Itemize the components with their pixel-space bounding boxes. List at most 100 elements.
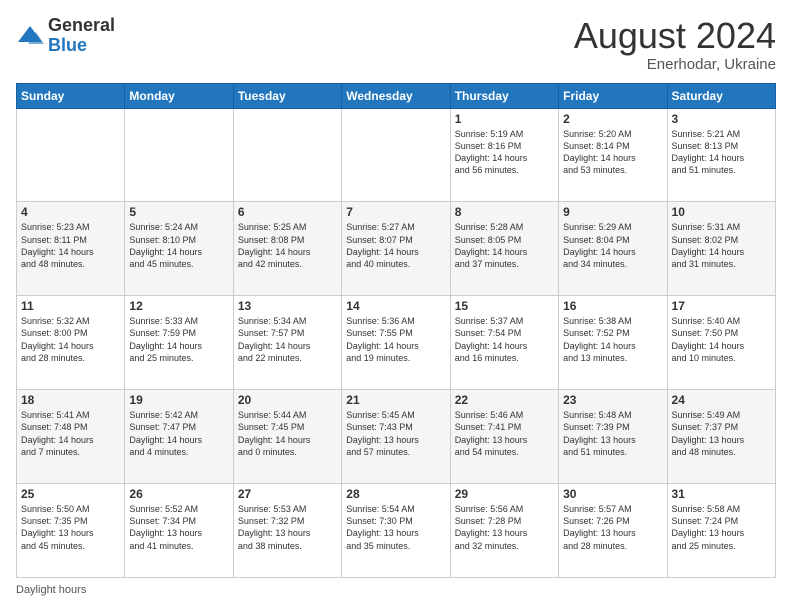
title-block: August 2024 Enerhodar, Ukraine — [574, 16, 776, 73]
col-header-tuesday: Tuesday — [233, 83, 341, 108]
cell-info: Sunrise: 5:57 AM Sunset: 7:26 PM Dayligh… — [563, 503, 662, 552]
day-number: 18 — [21, 393, 120, 407]
day-number: 31 — [672, 487, 771, 501]
col-header-sunday: Sunday — [17, 83, 125, 108]
day-number: 28 — [346, 487, 445, 501]
cell-info: Sunrise: 5:52 AM Sunset: 7:34 PM Dayligh… — [129, 503, 228, 552]
calendar-cell — [125, 108, 233, 202]
header-row: SundayMondayTuesdayWednesdayThursdayFrid… — [17, 83, 776, 108]
calendar-cell: 14 Sunrise: 5:36 AM Sunset: 7:55 PM Dayli… — [342, 296, 450, 390]
week-row-4: 18 Sunrise: 5:41 AM Sunset: 7:48 PM Dayli… — [17, 390, 776, 484]
cell-info: Sunrise: 5:41 AM Sunset: 7:48 PM Dayligh… — [21, 409, 120, 458]
calendar-cell: 17Sunrise: 5:40 AM Sunset: 7:50 PM Dayli… — [667, 296, 775, 390]
footer: Daylight hours — [16, 584, 776, 596]
logo-icon — [16, 22, 44, 50]
calendar-cell: 7 Sunrise: 5:27 AM Sunset: 8:07 PM Daylig… — [342, 202, 450, 296]
logo: General Blue — [16, 16, 115, 56]
calendar-table: SundayMondayTuesdayWednesdayThursdayFrid… — [16, 83, 776, 578]
calendar-cell: 13Sunrise: 5:34 AM Sunset: 7:57 PM Dayli… — [233, 296, 341, 390]
cell-info: Sunrise: 5:33 AM Sunset: 7:59 PM Dayligh… — [129, 315, 228, 364]
calendar-cell: 10 Sunrise: 5:31 AM Sunset: 8:02 PM Dayli… — [667, 202, 775, 296]
calendar-cell: 22 Sunrise: 5:46 AM Sunset: 7:41 PM Dayli… — [450, 390, 558, 484]
day-number: 25 — [21, 487, 120, 501]
cell-info: Sunrise: 5:38 AM Sunset: 7:52 PM Dayligh… — [563, 315, 662, 364]
calendar-cell: 21 Sunrise: 5:45 AM Sunset: 7:43 PM Dayli… — [342, 390, 450, 484]
day-number: 30 — [563, 487, 662, 501]
cell-info: Sunrise: 5:28 AM Sunset: 8:05 PM Dayligh… — [455, 221, 554, 270]
calendar-cell — [342, 108, 450, 202]
calendar-body: 1Sunrise: 5:19 AM Sunset: 8:16 PM Daylig… — [17, 108, 776, 577]
calendar-cell: 11Sunrise: 5:32 AM Sunset: 8:00 PM Dayli… — [17, 296, 125, 390]
cell-info: Sunrise: 5:32 AM Sunset: 8:00 PM Dayligh… — [21, 315, 120, 364]
day-number: 16 — [563, 299, 662, 313]
cell-info: Sunrise: 5:31 AM Sunset: 8:02 PM Dayligh… — [672, 221, 771, 270]
day-number: 9 — [563, 205, 662, 219]
calendar-cell: 30 Sunrise: 5:57 AM Sunset: 7:26 PM Dayli… — [559, 484, 667, 578]
cell-info: Sunrise: 5:50 AM Sunset: 7:35 PM Dayligh… — [21, 503, 120, 552]
cell-info: Sunrise: 5:48 AM Sunset: 7:39 PM Dayligh… — [563, 409, 662, 458]
calendar-cell: 8 Sunrise: 5:28 AM Sunset: 8:05 PM Daylig… — [450, 202, 558, 296]
day-number: 7 — [346, 205, 445, 219]
calendar-cell: 27Sunrise: 5:53 AM Sunset: 7:32 PM Dayli… — [233, 484, 341, 578]
cell-info: Sunrise: 5:45 AM Sunset: 7:43 PM Dayligh… — [346, 409, 445, 458]
col-header-thursday: Thursday — [450, 83, 558, 108]
day-number: 1 — [455, 112, 554, 126]
calendar-cell — [17, 108, 125, 202]
day-number: 14 — [346, 299, 445, 313]
calendar-cell: 20 Sunrise: 5:44 AM Sunset: 7:45 PM Dayli… — [233, 390, 341, 484]
day-number: 20 — [238, 393, 337, 407]
week-row-5: 25 Sunrise: 5:50 AM Sunset: 7:35 PM Dayli… — [17, 484, 776, 578]
calendar-cell: 28 Sunrise: 5:54 AM Sunset: 7:30 PM Dayli… — [342, 484, 450, 578]
day-number: 22 — [455, 393, 554, 407]
day-number: 29 — [455, 487, 554, 501]
cell-info: Sunrise: 5:21 AM Sunset: 8:13 PM Dayligh… — [672, 128, 771, 177]
cell-info: Sunrise: 5:37 AM Sunset: 7:54 PM Dayligh… — [455, 315, 554, 364]
cell-info: Sunrise: 5:29 AM Sunset: 8:04 PM Dayligh… — [563, 221, 662, 270]
calendar-cell: 6Sunrise: 5:25 AM Sunset: 8:08 PM Daylig… — [233, 202, 341, 296]
day-number: 27 — [238, 487, 337, 501]
day-number: 6 — [238, 205, 337, 219]
day-number: 17 — [672, 299, 771, 313]
logo-general-text: General — [48, 16, 115, 36]
week-row-2: 4 Sunrise: 5:23 AM Sunset: 8:11 PM Daylig… — [17, 202, 776, 296]
calendar-cell: 3 Sunrise: 5:21 AM Sunset: 8:13 PM Daylig… — [667, 108, 775, 202]
day-number: 10 — [672, 205, 771, 219]
calendar-cell: 25 Sunrise: 5:50 AM Sunset: 7:35 PM Dayli… — [17, 484, 125, 578]
calendar-cell: 9 Sunrise: 5:29 AM Sunset: 8:04 PM Daylig… — [559, 202, 667, 296]
calendar-cell: 12Sunrise: 5:33 AM Sunset: 7:59 PM Dayli… — [125, 296, 233, 390]
calendar-cell: 15 Sunrise: 5:37 AM Sunset: 7:54 PM Dayli… — [450, 296, 558, 390]
day-number: 23 — [563, 393, 662, 407]
calendar-cell: 26 Sunrise: 5:52 AM Sunset: 7:34 PM Dayli… — [125, 484, 233, 578]
week-row-1: 1Sunrise: 5:19 AM Sunset: 8:16 PM Daylig… — [17, 108, 776, 202]
day-number: 2 — [563, 112, 662, 126]
calendar-cell: 19Sunrise: 5:42 AM Sunset: 7:47 PM Dayli… — [125, 390, 233, 484]
calendar-cell: 5Sunrise: 5:24 AM Sunset: 8:10 PM Daylig… — [125, 202, 233, 296]
calendar-cell: 29 Sunrise: 5:56 AM Sunset: 7:28 PM Dayli… — [450, 484, 558, 578]
logo-text: General Blue — [48, 16, 115, 56]
day-number: 26 — [129, 487, 228, 501]
col-header-saturday: Saturday — [667, 83, 775, 108]
cell-info: Sunrise: 5:23 AM Sunset: 8:11 PM Dayligh… — [21, 221, 120, 270]
day-number: 15 — [455, 299, 554, 313]
cell-info: Sunrise: 5:56 AM Sunset: 7:28 PM Dayligh… — [455, 503, 554, 552]
day-number: 5 — [129, 205, 228, 219]
day-number: 8 — [455, 205, 554, 219]
col-header-friday: Friday — [559, 83, 667, 108]
daylight-hours-label: Daylight hours — [16, 584, 86, 596]
day-number: 19 — [129, 393, 228, 407]
calendar-cell: 24Sunrise: 5:49 AM Sunset: 7:37 PM Dayli… — [667, 390, 775, 484]
day-number: 3 — [672, 112, 771, 126]
logo-blue-text: Blue — [48, 36, 115, 56]
cell-info: Sunrise: 5:46 AM Sunset: 7:41 PM Dayligh… — [455, 409, 554, 458]
day-number: 4 — [21, 205, 120, 219]
week-row-3: 11Sunrise: 5:32 AM Sunset: 8:00 PM Dayli… — [17, 296, 776, 390]
location: Enerhodar, Ukraine — [574, 56, 776, 73]
cell-info: Sunrise: 5:44 AM Sunset: 7:45 PM Dayligh… — [238, 409, 337, 458]
cell-info: Sunrise: 5:36 AM Sunset: 7:55 PM Dayligh… — [346, 315, 445, 364]
cell-info: Sunrise: 5:54 AM Sunset: 7:30 PM Dayligh… — [346, 503, 445, 552]
calendar-cell — [233, 108, 341, 202]
cell-info: Sunrise: 5:27 AM Sunset: 8:07 PM Dayligh… — [346, 221, 445, 270]
calendar-cell: 2Sunrise: 5:20 AM Sunset: 8:14 PM Daylig… — [559, 108, 667, 202]
calendar-cell: 31Sunrise: 5:58 AM Sunset: 7:24 PM Dayli… — [667, 484, 775, 578]
day-number: 21 — [346, 393, 445, 407]
